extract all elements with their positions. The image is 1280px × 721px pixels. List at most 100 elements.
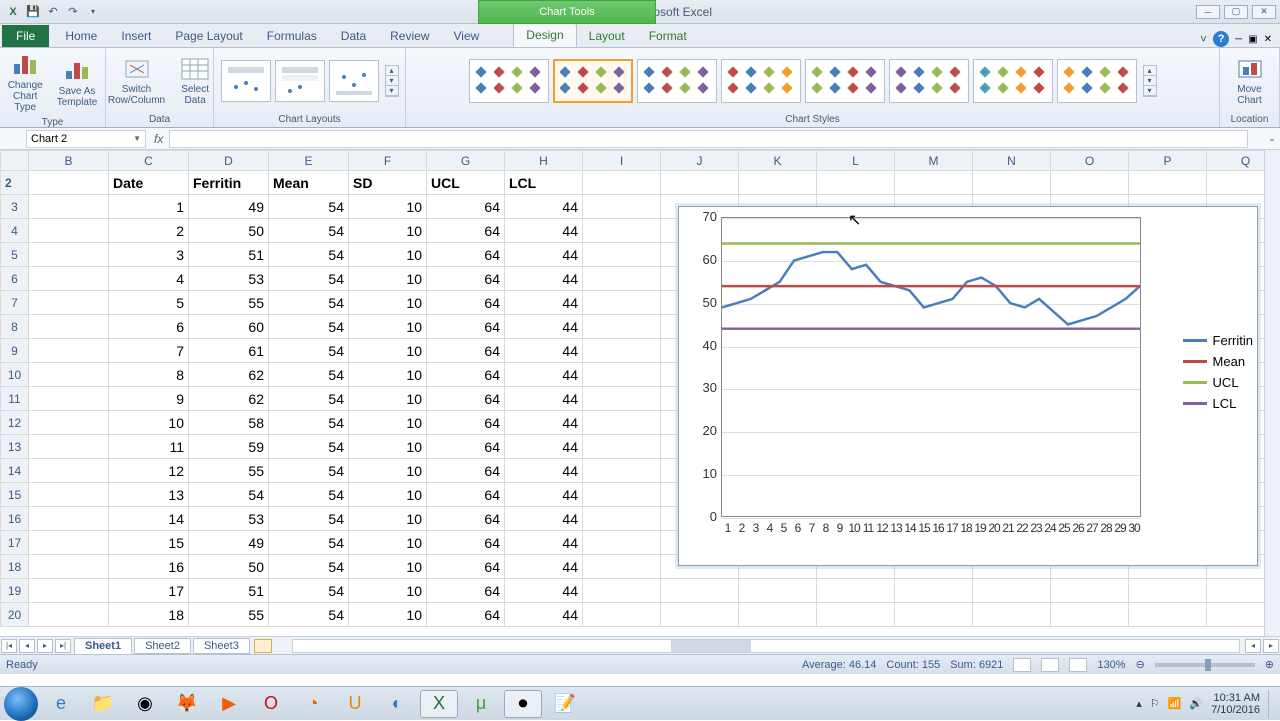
cell-B6[interactable] <box>29 267 109 291</box>
cell-C12[interactable]: 10 <box>109 411 189 435</box>
cell-B16[interactable] <box>29 507 109 531</box>
cell-E20[interactable]: 54 <box>269 603 349 627</box>
cell-B12[interactable] <box>29 411 109 435</box>
cell-I5[interactable] <box>583 243 661 267</box>
column-header-H[interactable]: H <box>505 151 583 171</box>
cell-F10[interactable]: 10 <box>349 363 427 387</box>
cell-O20[interactable] <box>1051 603 1129 627</box>
chart-style-7[interactable] <box>973 59 1053 103</box>
embedded-chart[interactable]: 010203040506070 123456789101112131415161… <box>678 206 1258 566</box>
taskbar-recorder-icon[interactable]: ⏺ <box>504 690 542 718</box>
workbook-minimize-icon[interactable]: ─ <box>1235 34 1242 45</box>
cell-F5[interactable]: 10 <box>349 243 427 267</box>
cell-C8[interactable]: 6 <box>109 315 189 339</box>
tray-network-icon[interactable]: 📶 <box>1168 697 1182 710</box>
row-header-5[interactable]: 5 <box>1 243 29 267</box>
cell-H19[interactable]: 44 <box>505 579 583 603</box>
cell-H5[interactable]: 44 <box>505 243 583 267</box>
cell-G8[interactable]: 64 <box>427 315 505 339</box>
sheet-nav-first[interactable]: |◂ <box>1 639 17 653</box>
taskbar-utorrent-icon[interactable]: μ <box>462 690 500 718</box>
taskbar-excel-icon[interactable]: X <box>420 690 458 718</box>
cell-N20[interactable] <box>973 603 1051 627</box>
cell-I14[interactable] <box>583 459 661 483</box>
tray-up-icon[interactable]: ▴ <box>1136 697 1142 710</box>
cell-M2[interactable] <box>895 171 973 195</box>
chart-layout-3[interactable] <box>329 60 379 102</box>
move-chart-button[interactable]: Move Chart <box>1230 54 1270 108</box>
chart-layouts-more[interactable]: ▴▾▾ <box>385 65 399 97</box>
legend-item-lcl[interactable]: LCL <box>1183 396 1253 411</box>
row-header-6[interactable]: 6 <box>1 267 29 291</box>
help-icon[interactable]: ? <box>1213 31 1229 47</box>
cell-F6[interactable]: 10 <box>349 267 427 291</box>
cell-B11[interactable] <box>29 387 109 411</box>
cell-F8[interactable]: 10 <box>349 315 427 339</box>
qat-customize-icon[interactable]: ▾ <box>84 3 102 21</box>
cell-G2[interactable]: UCL <box>427 171 505 195</box>
cell-P20[interactable] <box>1129 603 1207 627</box>
cell-I11[interactable] <box>583 387 661 411</box>
column-header-C[interactable]: C <box>109 151 189 171</box>
tab-page-layout[interactable]: Page Layout <box>163 25 254 47</box>
zoom-in-button[interactable]: ⊕ <box>1265 658 1274 671</box>
zoom-level[interactable]: 130% <box>1097 659 1125 671</box>
cell-C3[interactable]: 1 <box>109 195 189 219</box>
tab-data[interactable]: Data <box>329 25 378 47</box>
chart-style-3[interactable] <box>637 59 717 103</box>
column-header-K[interactable]: K <box>739 151 817 171</box>
cell-C20[interactable]: 18 <box>109 603 189 627</box>
column-header-L[interactable]: L <box>817 151 895 171</box>
cell-B20[interactable] <box>29 603 109 627</box>
cell-B10[interactable] <box>29 363 109 387</box>
cell-H15[interactable]: 44 <box>505 483 583 507</box>
taskbar-ie-icon[interactable]: e <box>42 690 80 718</box>
row-header-10[interactable]: 10 <box>1 363 29 387</box>
cell-G11[interactable]: 64 <box>427 387 505 411</box>
column-header-J[interactable]: J <box>661 151 739 171</box>
sheet-tab-3[interactable]: Sheet3 <box>193 638 250 654</box>
cell-F20[interactable]: 10 <box>349 603 427 627</box>
cell-H13[interactable]: 44 <box>505 435 583 459</box>
save-as-template-button[interactable]: Save As Template <box>53 56 102 110</box>
cell-J2[interactable] <box>661 171 739 195</box>
cell-F15[interactable]: 10 <box>349 483 427 507</box>
undo-icon[interactable]: ↶ <box>44 3 62 21</box>
cell-H9[interactable]: 44 <box>505 339 583 363</box>
taskbar-opera-icon[interactable]: O <box>252 690 290 718</box>
plot-area[interactable] <box>721 217 1141 517</box>
cell-B19[interactable] <box>29 579 109 603</box>
tab-insert[interactable]: Insert <box>109 25 163 47</box>
cell-J19[interactable] <box>661 579 739 603</box>
cell-H14[interactable]: 44 <box>505 459 583 483</box>
cell-D7[interactable]: 55 <box>189 291 269 315</box>
taskbar-firefox-icon[interactable]: 🦊 <box>168 690 206 718</box>
start-button[interactable] <box>4 687 38 721</box>
hscroll-right[interactable]: ▸ <box>1263 639 1279 653</box>
cell-F17[interactable]: 10 <box>349 531 427 555</box>
cell-G18[interactable]: 64 <box>427 555 505 579</box>
cell-P2[interactable] <box>1129 171 1207 195</box>
cell-F13[interactable]: 10 <box>349 435 427 459</box>
cell-E4[interactable]: 54 <box>269 219 349 243</box>
cell-F4[interactable]: 10 <box>349 219 427 243</box>
cell-I2[interactable] <box>583 171 661 195</box>
cell-O19[interactable] <box>1051 579 1129 603</box>
cell-D19[interactable]: 51 <box>189 579 269 603</box>
redo-icon[interactable]: ↷ <box>64 3 82 21</box>
cell-L2[interactable] <box>817 171 895 195</box>
cell-H6[interactable]: 44 <box>505 267 583 291</box>
sheet-tab-2[interactable]: Sheet2 <box>134 638 191 654</box>
row-header-18[interactable]: 18 <box>1 555 29 579</box>
cell-H11[interactable]: 44 <box>505 387 583 411</box>
select-all-cell[interactable] <box>1 151 29 171</box>
cell-I3[interactable] <box>583 195 661 219</box>
legend-item-ucl[interactable]: UCL <box>1183 375 1253 390</box>
cell-G13[interactable]: 64 <box>427 435 505 459</box>
cell-H18[interactable]: 44 <box>505 555 583 579</box>
cell-C15[interactable]: 13 <box>109 483 189 507</box>
row-header-14[interactable]: 14 <box>1 459 29 483</box>
cell-E11[interactable]: 54 <box>269 387 349 411</box>
cell-E19[interactable]: 54 <box>269 579 349 603</box>
cell-B3[interactable] <box>29 195 109 219</box>
